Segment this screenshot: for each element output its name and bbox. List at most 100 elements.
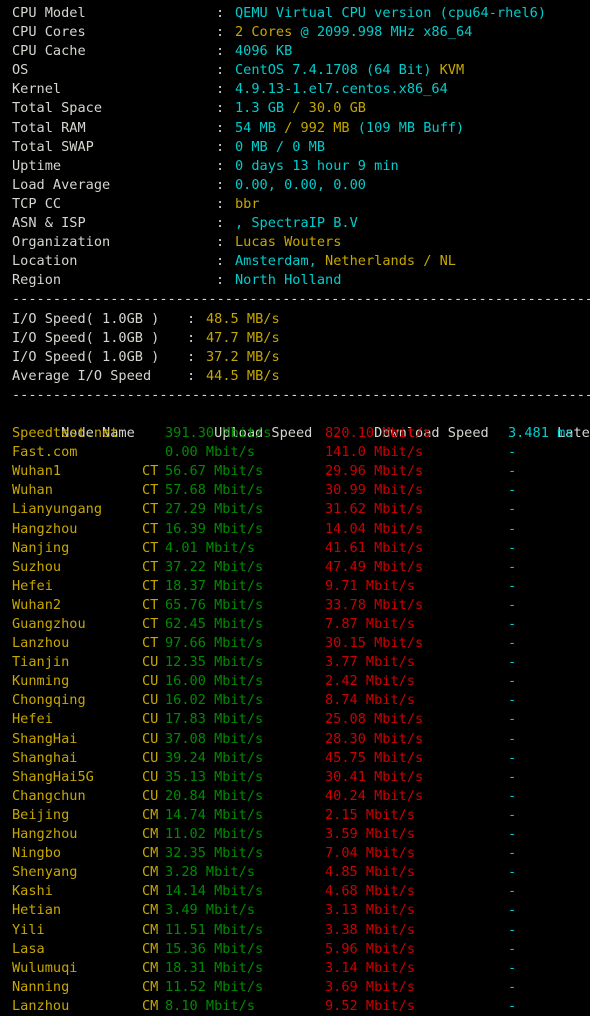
table-row: Nanning CM 11.52 Mbit/s 3.69 Mbit/s - (12, 978, 590, 997)
cell-latency: - (508, 902, 517, 919)
cell-latency: - (508, 806, 517, 823)
cell-isp: CT (142, 635, 159, 652)
cell-upload-speed: 12.35 Mbit/s (165, 654, 264, 671)
info-value: 0 days 13 hour 9 min (235, 157, 399, 174)
cell-latency: - (508, 692, 517, 709)
table-row: Ningbo CM 32.35 Mbit/s 7.04 Mbit/s - (12, 844, 590, 863)
cell-latency: 3.481 ms (508, 425, 574, 442)
cell-latency: - (508, 845, 517, 862)
cell-node-name: Hefei (12, 711, 53, 728)
io-speed-label: I/O Speed( 1.0GB ) (12, 348, 160, 365)
cell-upload-speed: 35.13 Mbit/s (165, 768, 264, 785)
cell-latency: - (508, 616, 517, 632)
cell-node-name: Yili (12, 921, 45, 938)
cell-upload-speed: 3.28 Mbit/s (165, 864, 256, 881)
info-row: Kernel:4.9.13-1.el7.centos.x86_64 (12, 80, 590, 99)
cell-node-name: Guangzhou (12, 616, 86, 632)
cell-latency: - (508, 749, 517, 766)
cell-download-speed: 30.41 Mbit/s (325, 768, 424, 785)
cell-latency: - (508, 711, 517, 728)
cell-upload-speed: 16.00 Mbit/s (165, 673, 264, 690)
cell-upload-speed: 37.08 Mbit/s (165, 730, 264, 747)
cell-isp: CT (142, 558, 159, 575)
cell-node-name: ShangHai (12, 730, 78, 747)
cell-latency: - (508, 539, 517, 556)
info-colon: : (216, 100, 225, 117)
cell-node-name: Shenyang (12, 864, 78, 881)
separator-2: ----------------------------------------… (12, 386, 590, 403)
cell-isp: CU (142, 749, 159, 766)
cell-node-name: Lanzhou (12, 635, 70, 652)
io-speed-label: Average I/O Speed (12, 367, 152, 384)
cell-upload-speed: 27.29 Mbit/s (165, 501, 264, 518)
cell-download-speed: 41.61 Mbit/s (325, 539, 424, 556)
io-colon: : (187, 367, 196, 384)
cell-download-speed: 3.38 Mbit/s (325, 921, 416, 938)
cell-latency: - (508, 959, 517, 976)
info-colon: : (216, 138, 225, 155)
table-row: Lasa CM 15.36 Mbit/s 5.96 Mbit/s - (12, 940, 590, 959)
cell-download-speed: 9.71 Mbit/s (325, 577, 416, 594)
cell-upload-speed: 20.84 Mbit/s (165, 787, 264, 804)
info-colon: : (216, 253, 225, 270)
cell-upload-speed: 18.37 Mbit/s (165, 577, 264, 594)
cell-download-speed: 5.96 Mbit/s (325, 940, 416, 957)
info-label: Load Average (12, 176, 111, 193)
cell-download-speed: 14.04 Mbit/s (325, 520, 424, 537)
info-value: 54 MB (235, 119, 285, 136)
table-row: Lanzhou CT 97.66 Mbit/s 30.15 Mbit/s - (12, 634, 590, 653)
io-speed-row: I/O Speed( 1.0GB ):48.5 MB/s (12, 310, 590, 329)
table-row: Hetian CM 3.49 Mbit/s 3.13 Mbit/s - (12, 901, 590, 920)
cell-isp: CM (142, 806, 159, 823)
table-row: Hefei CT 18.37 Mbit/s 9.71 Mbit/s - (12, 577, 590, 596)
cell-node-name: Nanning (12, 978, 70, 995)
cell-isp: CU (142, 730, 159, 747)
cell-latency: - (508, 482, 517, 499)
info-value: / 992 MB (284, 119, 358, 136)
cell-latency: - (508, 444, 517, 461)
cell-isp: CU (142, 768, 159, 785)
table-row: Hefei CU 17.83 Mbit/s 25.08 Mbit/s - (12, 710, 590, 729)
table-row: Wuhan1 CT 56.67 Mbit/s 29.96 Mbit/s - (12, 462, 590, 481)
info-row: OS: CentOS 7.4.1708 (64 Bit) KVM (12, 61, 590, 80)
info-label: Organization (12, 234, 111, 251)
table-row: Wuhan2 CT 65.76 Mbit/s 33.78 Mbit/s - (12, 596, 590, 615)
cell-node-name: Hangzhou (12, 520, 78, 537)
info-row: Total SWAP:0 MB / 0 MB (12, 138, 590, 157)
cell-download-speed: 3.59 Mbit/s (325, 826, 416, 843)
cell-isp: CT (142, 616, 159, 632)
info-label: Kernel (12, 81, 62, 98)
cell-upload-speed: 18.31 Mbit/s (165, 959, 264, 976)
table-row: Guangzhou CT 62.45 Mbit/s 7.87 Mbit/s - (12, 615, 590, 634)
info-label: OS (12, 62, 29, 79)
cell-download-speed: 820.10 Mbit/s (325, 425, 432, 442)
table-header-row: Node NameUpload SpeedDownload SpeedLaten… (12, 405, 590, 441)
table-row: Suzhou CT 37.22 Mbit/s 47.49 Mbit/s - (12, 558, 590, 577)
table-row: Kunming CU 16.00 Mbit/s 2.42 Mbit/s - (12, 672, 590, 691)
info-value: 4096 KB (235, 43, 293, 60)
table-row: Lanzhou CM 8.10 Mbit/s 9.52 Mbit/s - (12, 997, 590, 1016)
cell-upload-speed: 56.67 Mbit/s (165, 463, 264, 480)
cell-latency: - (508, 921, 517, 938)
cell-node-name: Speedtest.net (12, 425, 119, 442)
cell-download-speed: 40.24 Mbit/s (325, 787, 424, 804)
table-row: Shenyang CM 3.28 Mbit/s 4.85 Mbit/s - (12, 863, 590, 882)
cell-isp: CM (142, 978, 159, 995)
table-row: Yili CM 11.51 Mbit/s 3.38 Mbit/s - (12, 921, 590, 940)
table-row: Fast.com 0.00 Mbit/s 141.0 Mbit/s - (12, 443, 590, 462)
cell-upload-speed: 4.01 Mbit/s (165, 539, 256, 556)
cell-download-speed: 7.87 Mbit/s (325, 616, 416, 632)
cell-node-name: Shanghai (12, 749, 78, 766)
info-colon: : (216, 215, 225, 232)
info-value: 0 MB / 0 MB (235, 138, 326, 155)
table-row: Beijing CM 14.74 Mbit/s 2.15 Mbit/s - (12, 806, 590, 825)
cell-download-speed: 3.13 Mbit/s (325, 902, 416, 919)
info-value: 0.00, 0.00, 0.00 (235, 176, 366, 193)
info-colon: : (216, 195, 225, 212)
cell-isp: CT (142, 577, 159, 594)
info-row: CPU Model: QEMU Virtual CPU version (cpu6… (12, 4, 590, 23)
info-colon: : (216, 272, 225, 289)
cell-upload-speed: 16.02 Mbit/s (165, 692, 264, 709)
cell-node-name: Beijing (12, 806, 70, 823)
cell-isp: CT (142, 520, 159, 537)
